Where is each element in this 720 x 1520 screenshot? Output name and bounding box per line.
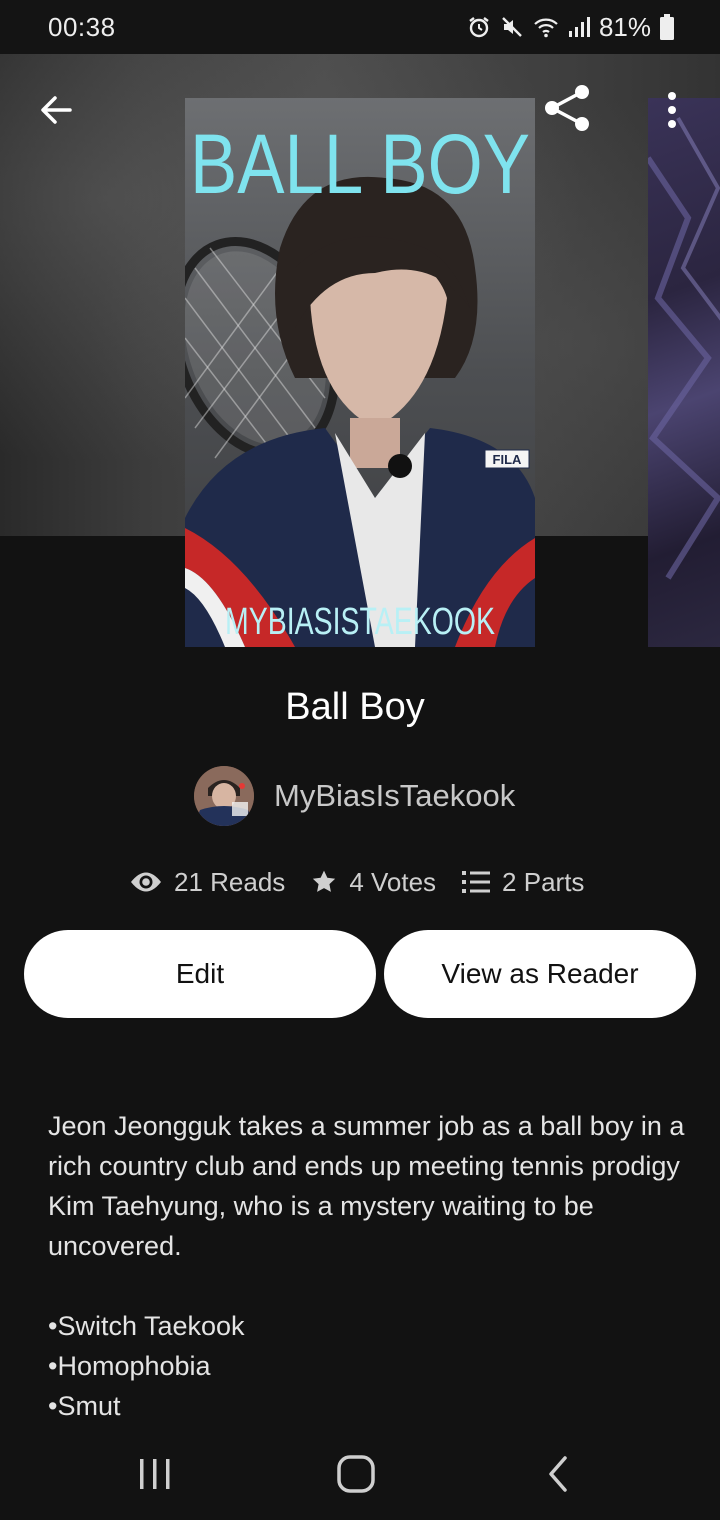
recent-apps-button[interactable] [125,1448,185,1500]
story-cover-image: FILA BALL BOY MYBIASISTAEKOOK [185,98,535,647]
recent-apps-icon [140,1459,170,1489]
votes-count: 4 Votes [349,866,437,897]
cover-title-text: BALL BOY [190,117,530,211]
story-title: Ball Boy [285,686,425,728]
chevron-left-icon [549,1456,567,1492]
home-icon [337,1455,375,1493]
reads-count: 21 Reads [174,866,286,897]
author-name: MyBiasIsTaekook [274,778,516,813]
share-button[interactable] [540,80,596,136]
story-stats: 21 Reads 4 Votes 2 Parts [130,862,584,902]
story-tags: •Switch Taekook •Homophobia •Smut [48,1306,245,1426]
system-navigation-bar [0,1430,720,1520]
status-time: 00:38 [48,12,116,42]
author-profile-link[interactable]: MyBiasIsTaekook [194,766,515,826]
eye-icon [131,872,161,892]
status-bar: 00:38 81% [0,0,720,54]
alarm-icon [467,15,491,39]
battery-icon [660,14,674,40]
arrow-left-icon [41,96,72,124]
star-icon [313,870,336,892]
system-back-button[interactable] [528,1448,588,1500]
status-icons: 81% [467,12,674,42]
votes-stat: 4 Votes [311,867,436,898]
parts-count: 2 Parts [502,866,585,897]
mute-icon [500,15,524,39]
edit-button[interactable]: Edit [24,930,376,1018]
list-icon [462,871,491,893]
signal-icon [568,15,590,39]
jacket-logo-text: FILA [493,452,522,467]
tag-item: •Smut [48,1391,121,1421]
share-icon [545,85,589,131]
more-vertical-icon [668,92,676,128]
next-cover-thumbnail[interactable] [648,98,720,647]
story-description: Jeon Jeongguk takes a summer job as a ba… [48,1111,685,1261]
tag-item: •Homophobia [48,1351,211,1381]
view-as-reader-button[interactable]: View as Reader [384,930,696,1018]
cover-author-text: MYBIASISTAEKOOK [225,601,495,643]
reads-stat: 21 Reads [130,867,285,898]
wifi-icon [533,15,559,39]
back-button[interactable] [28,82,84,138]
home-button[interactable] [326,1448,386,1500]
author-avatar [194,766,254,826]
parts-stat: 2 Parts [462,867,584,898]
battery-percent: 81% [598,11,651,42]
tag-item: •Switch Taekook [48,1311,245,1341]
more-options-button[interactable] [644,82,700,138]
